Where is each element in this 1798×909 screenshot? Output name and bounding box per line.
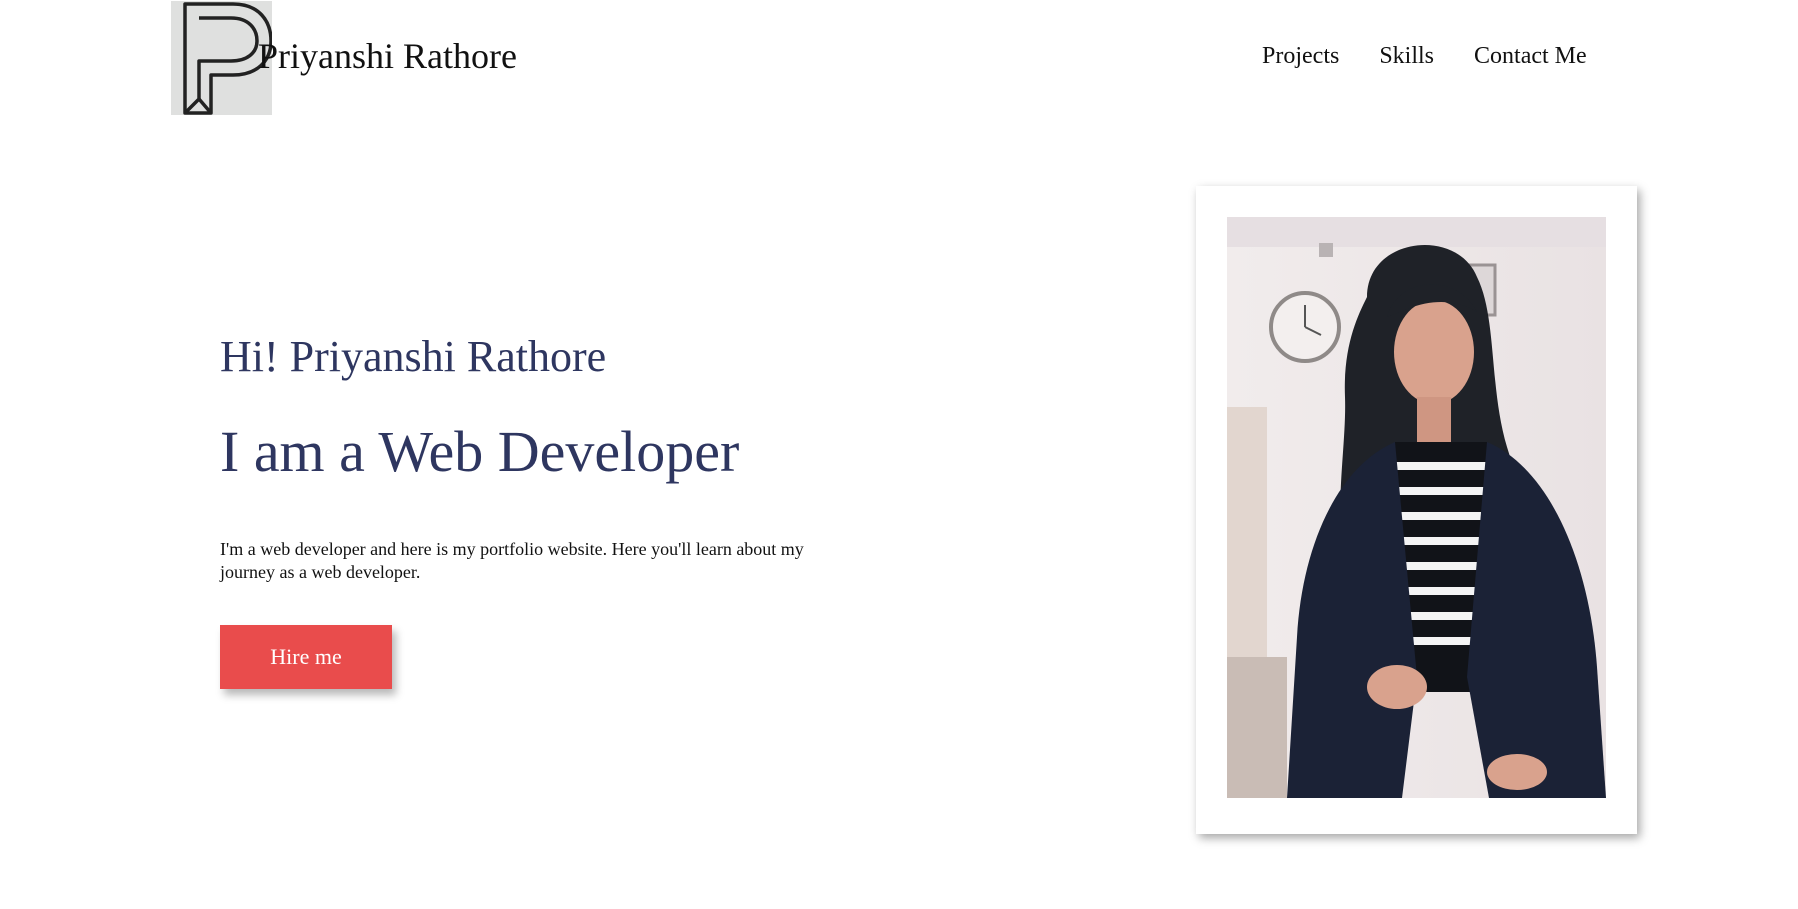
hero-intro-text: I'm a web developer and here is my portf… — [220, 539, 804, 582]
brand-name[interactable]: Priyanshi Rathore — [258, 32, 517, 80]
hire-me-button[interactable]: Hire me — [220, 625, 392, 689]
photo-frame — [1196, 186, 1637, 834]
nav-skills-link[interactable]: Skills — [1379, 40, 1434, 72]
site-header: Priyanshi Rathore Projects Skills Contac… — [0, 0, 1798, 120]
hero-greeting: Hi! Priyanshi Rathore — [220, 332, 607, 381]
hero-headline: I am a Web Developer — [220, 419, 740, 484]
portrait-photo — [1227, 217, 1606, 798]
page: Priyanshi Rathore Projects Skills Contac… — [0, 0, 1798, 909]
logo-icon[interactable] — [171, 1, 272, 115]
nav-contact-link[interactable]: Contact Me — [1474, 40, 1587, 72]
main-nav: Projects Skills Contact Me — [1262, 40, 1627, 72]
nav-projects-link[interactable]: Projects — [1262, 40, 1339, 72]
